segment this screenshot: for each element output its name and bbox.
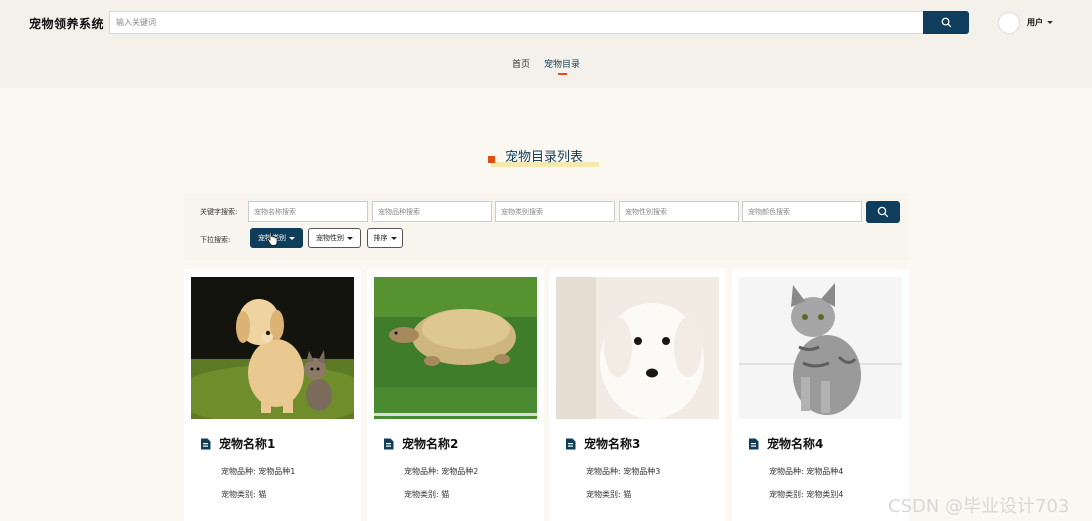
pet-card-title[interactable]: 宠物名称2 bbox=[383, 435, 458, 452]
pet-breed-label: 宠物品种: bbox=[221, 467, 256, 476]
user-menu-label: 用户 bbox=[1027, 18, 1043, 27]
chevron-down-icon bbox=[289, 236, 295, 240]
chevron-down-icon bbox=[390, 236, 397, 240]
pet-breed-label: 宠物品种: bbox=[586, 467, 621, 476]
pet-category-value: 猫 bbox=[441, 490, 450, 499]
search-input[interactable] bbox=[109, 11, 924, 34]
top-header: 宠物领养系统 用户 首页 宠物目录 bbox=[0, 0, 1092, 88]
main-nav: 首页 宠物目录 bbox=[0, 57, 1092, 77]
pet-card-title[interactable]: 宠物名称4 bbox=[748, 435, 823, 452]
sort-dropdown[interactable]: 排序 bbox=[367, 228, 403, 248]
pet-category-line: 宠物类别: 猫 bbox=[221, 489, 266, 500]
search-icon bbox=[941, 17, 951, 28]
pet-color-search-input[interactable] bbox=[742, 201, 862, 222]
pet-breed-search-input[interactable] bbox=[372, 201, 492, 222]
pet-category-value: 猫 bbox=[623, 490, 632, 499]
pet-image[interactable] bbox=[556, 277, 719, 419]
pet-category-line: 宠物类别: 猫 bbox=[404, 489, 449, 500]
pet-card[interactable]: 宠物名称3 宠物品种: 宠物品种3 宠物类别: 猫 bbox=[549, 269, 726, 521]
pet-breed-label: 宠物品种: bbox=[404, 467, 439, 476]
document-icon bbox=[749, 438, 759, 449]
pet-category-line: 宠物类别: 宠物类别4 bbox=[769, 489, 843, 500]
document-icon bbox=[201, 438, 211, 449]
app-title: 宠物领养系统 bbox=[29, 17, 105, 31]
global-search bbox=[109, 11, 969, 34]
pet-breed-label: 宠物品种: bbox=[769, 467, 804, 476]
pet-name: 宠物名称4 bbox=[767, 437, 824, 451]
pet-category-label: 宠物类别: bbox=[404, 490, 439, 499]
nav-item-pet-catalog[interactable]: 宠物目录 bbox=[544, 57, 580, 70]
watermark: CSDN @毕业设计703 bbox=[888, 496, 1070, 517]
dropdown-label: 宠物性别 bbox=[316, 234, 344, 242]
pet-category-label: 宠物类别: bbox=[586, 490, 621, 499]
pet-category-search-input[interactable] bbox=[495, 201, 615, 222]
title-marker-icon bbox=[488, 156, 495, 163]
pet-category-label: 宠物类别: bbox=[769, 490, 804, 499]
pet-breed-line: 宠物品种: 宠物品种4 bbox=[769, 466, 843, 477]
pet-image[interactable] bbox=[739, 277, 902, 419]
pet-card[interactable]: 宠物名称4 宠物品种: 宠物品种4 宠物类别: 宠物类别4 bbox=[732, 269, 909, 521]
document-icon bbox=[384, 438, 394, 449]
pet-category-value: 猫 bbox=[258, 490, 267, 499]
pet-breed-line: 宠物品种: 宠物品种3 bbox=[586, 466, 660, 477]
pet-name-search-input[interactable] bbox=[248, 201, 368, 222]
pet-image[interactable] bbox=[191, 277, 354, 419]
document-icon bbox=[566, 438, 576, 449]
pet-gender-dropdown[interactable]: 宠物性别 bbox=[308, 228, 361, 248]
filter-panel: 关键字搜索: 下拉搜索: 宠物类别 宠物性别 排序 bbox=[184, 193, 908, 260]
dropdown-label: 排序 bbox=[373, 234, 388, 242]
dropdown-search-label: 下拉搜索: bbox=[200, 236, 231, 244]
pet-category-value: 宠物类别4 bbox=[806, 490, 844, 499]
filter-search-button[interactable] bbox=[866, 201, 900, 223]
user-menu[interactable]: 用户 bbox=[1027, 17, 1053, 28]
section-title-text: 宠物目录列表 bbox=[505, 150, 584, 165]
pet-category-line: 宠物类别: 猫 bbox=[586, 489, 631, 500]
pet-image[interactable] bbox=[374, 277, 537, 419]
nav-item-home[interactable]: 首页 bbox=[512, 57, 530, 70]
search-icon bbox=[877, 206, 889, 218]
pet-breed-value: 宠物品种3 bbox=[623, 467, 661, 476]
nav-active-indicator bbox=[558, 73, 567, 75]
keyword-search-label: 关键字搜索: bbox=[200, 208, 238, 216]
pet-card[interactable]: 宠物名称2 宠物品种: 宠物品种2 宠物类别: 猫 bbox=[367, 269, 544, 521]
pet-name: 宠物名称1 bbox=[219, 437, 276, 451]
pet-breed-value: 宠物品种4 bbox=[806, 467, 844, 476]
pet-name: 宠物名称2 bbox=[402, 437, 459, 451]
pet-breed-line: 宠物品种: 宠物品种2 bbox=[404, 466, 478, 477]
pet-breed-value: 宠物品种2 bbox=[441, 467, 479, 476]
pet-breed-value: 宠物品种1 bbox=[258, 467, 296, 476]
hand-cursor-icon bbox=[267, 232, 278, 246]
avatar[interactable] bbox=[998, 12, 1020, 34]
chevron-down-icon bbox=[347, 236, 353, 240]
pet-gender-search-input[interactable] bbox=[619, 201, 739, 222]
pet-breed-line: 宠物品种: 宠物品种1 bbox=[221, 466, 295, 477]
chevron-down-icon bbox=[1047, 21, 1053, 24]
pet-category-label: 宠物类别: bbox=[221, 490, 256, 499]
pet-card-title[interactable]: 宠物名称3 bbox=[565, 435, 640, 452]
search-button[interactable] bbox=[923, 11, 969, 34]
pet-card-title[interactable]: 宠物名称1 bbox=[200, 435, 275, 452]
pet-name: 宠物名称3 bbox=[584, 437, 641, 451]
pet-card[interactable]: 宠物名称1 宠物品种: 宠物品种1 宠物类别: 猫 bbox=[184, 269, 361, 521]
